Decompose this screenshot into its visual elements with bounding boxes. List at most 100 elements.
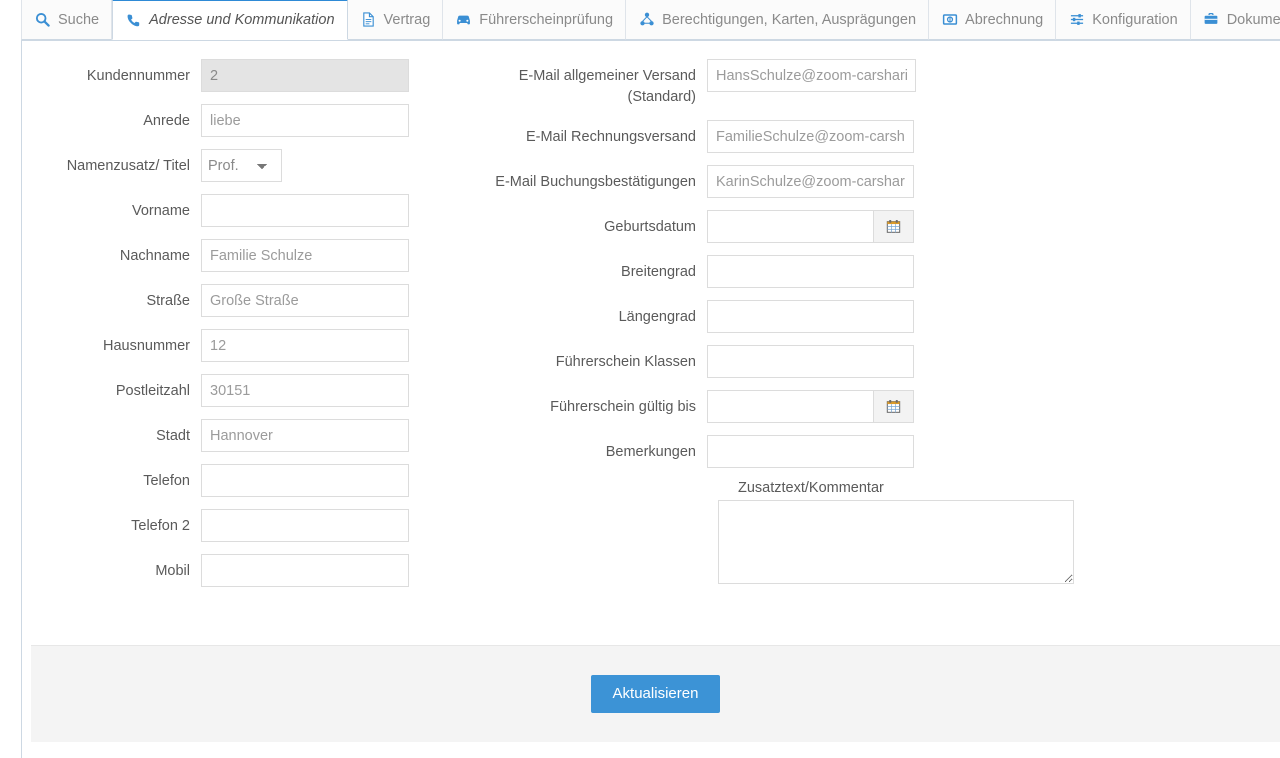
tab-suche[interactable]: Suche [21,0,113,40]
search-icon [34,11,51,28]
form-row-telefon-2: Telefon 2 [31,509,426,542]
update-button[interactable]: Aktualisieren [590,674,721,714]
label-geburtsdatum: Geburtsdatum [604,219,696,236]
label-stadt: Stadt [156,428,190,444]
field-wrap-strasse [201,284,409,317]
comment-block: Zusatztext/Kommentar [707,480,1074,585]
comment-textarea[interactable] [718,500,1074,585]
form-row-e-mail-allgemeiner-versand-standard: E-Mail allgemeiner Versand (Standard) [467,59,937,108]
form-row-stadt: Stadt [31,419,426,452]
label-e-mail-buchungsbestaetigungen: E-Mail Buchungsbestätigungen [495,174,696,191]
input-fuehrerschein-gueltig-bis[interactable] [707,390,873,424]
form-row-e-mail-buchungsbestaetigungen: E-Mail Buchungsbestätigungen [467,165,937,199]
tab-f-hrerscheinpr-fung[interactable]: Führerscheinprüfung [443,0,627,40]
tab-label: Führerscheinprüfung [479,11,614,28]
input-telefon[interactable] [201,464,409,497]
form-row-fuehrerschein-klassen: Führerschein Klassen [467,345,937,379]
field-wrap-hausnummer [201,329,409,362]
input-postleitzahl[interactable] [201,374,409,407]
form-row-breitengrad: Breitengrad [467,255,937,289]
field-wrap-e-mail-allgemeiner-versand-standard [707,59,916,92]
input-bemerkungen[interactable] [707,435,914,469]
form-row-geburtsdatum: Geburtsdatum [467,210,937,244]
input-stadt[interactable] [201,419,409,452]
tab-bar: Suche Adresse und Kommunikation Vertrag Füh… [21,0,1280,41]
input-geburtsdatum[interactable] [707,210,873,244]
form-row-mobil: Mobil [31,554,426,587]
form-row-vorname: Vorname [31,194,426,227]
label-kundennummer: Kundennummer [86,68,190,84]
tab-label: Abrechnung [965,11,1044,28]
label-vorname: Vorname [131,203,190,219]
input-e-mail-rechnungsversand[interactable] [707,120,914,154]
tab-adresse-und-kommunikation[interactable]: Adresse und Kommunikation [112,0,348,40]
input-kundennummer [201,59,409,92]
input-e-mail-allgemeiner-versand-standard[interactable] [707,59,916,92]
form-row-nachname: Nachname [31,239,426,272]
label-mobil: Mobil [155,563,190,579]
tab-label: Konfiguration [1092,11,1178,28]
input-breitengrad[interactable] [707,255,914,289]
date-group-geburtsdatum [707,210,914,244]
sliders-icon [1068,11,1085,28]
field-wrap-telefon [201,464,409,497]
form-row-fuehrerschein-gueltig-bis: Führerschein gültig bis [467,390,937,424]
input-anrede[interactable] [201,104,409,137]
field-wrap-mobil [201,554,409,587]
label-hausnummer: Hausnummer [102,338,190,354]
network-icon [638,11,655,28]
form-column-right: E-Mail allgemeiner Versand (Standard) E-M… [467,59,1074,585]
calendar-icon[interactable] [873,210,914,244]
date-group-fuehrerschein-gueltig-bis [707,390,914,424]
tab-berechtigungen-karten-auspr-gungen[interactable]: Berechtigungen, Karten, Ausprägungen [626,0,930,40]
field-wrap-postleitzahl [201,374,409,407]
field-wrap-vorname [201,194,409,227]
customer-detail-page: Suche Adresse und Kommunikation Vertrag Füh… [0,0,1280,758]
select-namenzusatz-titel[interactable]: Prof. [201,149,282,182]
tab-label: Berechtigungen, Karten, Ausprägungen [662,11,917,28]
label-nachname: Nachname [119,248,190,264]
input-vorname[interactable] [201,194,409,227]
input-mobil[interactable] [201,554,409,587]
comment-label: Zusatztext/Kommentar [738,480,884,497]
tab-label: Dokumente [1226,11,1280,28]
label-postleitzahl: Postleitzahl [115,383,190,399]
field-wrap-laengengrad [707,300,914,334]
form-row-kundennummer: Kundennummer [31,59,426,92]
input-nachname[interactable] [201,239,409,272]
tab-konfiguration[interactable]: Konfiguration [1056,0,1191,40]
tab-vertrag[interactable]: Vertrag [347,0,444,40]
field-wrap-fuehrerschein-klassen [707,345,914,379]
form-row-laengengrad: Längengrad [467,300,937,334]
input-e-mail-buchungsbestaetigungen[interactable] [707,165,914,199]
input-fuehrerschein-klassen[interactable] [707,345,914,379]
label-e-mail-rechnungsversand: E-Mail Rechnungsversand [525,129,696,146]
label-e-mail-allgemeiner-versand-standard: E-Mail allgemeiner Versand (Standard) [518,68,696,106]
field-wrap-e-mail-rechnungsversand [707,120,914,154]
form-row-anrede: Anrede [31,104,426,137]
field-wrap-e-mail-buchungsbestaetigungen [707,165,914,199]
input-laengengrad[interactable] [707,300,914,334]
tab-dokumente[interactable]: Dokumente [1190,0,1280,40]
tab-label: Vertrag [383,11,431,28]
tab-abrechnung[interactable]: Abrechnung [929,0,1057,40]
phone-icon [125,12,142,29]
field-wrap-anrede [201,104,409,137]
tab-label: Suche [58,11,100,28]
input-hausnummer[interactable] [201,329,409,362]
label-fuehrerschein-klassen: Führerschein Klassen [555,354,696,371]
form-row-postleitzahl: Postleitzahl [31,374,426,407]
field-wrap-nachname [201,239,409,272]
label-breitengrad: Breitengrad [621,264,696,281]
label-telefon: Telefon [143,473,190,489]
calendar-icon[interactable] [873,390,914,424]
field-wrap-bemerkungen [707,435,914,469]
input-strasse[interactable] [201,284,409,317]
briefcase-icon [1203,11,1220,28]
input-telefon-2[interactable] [201,509,409,542]
label-fuehrerschein-gueltig-bis: Führerschein gültig bis [550,399,696,416]
label-strasse: Straße [146,293,190,309]
car-icon [455,11,472,28]
field-wrap-telefon-2 [201,509,409,542]
field-wrap-stadt [201,419,409,452]
